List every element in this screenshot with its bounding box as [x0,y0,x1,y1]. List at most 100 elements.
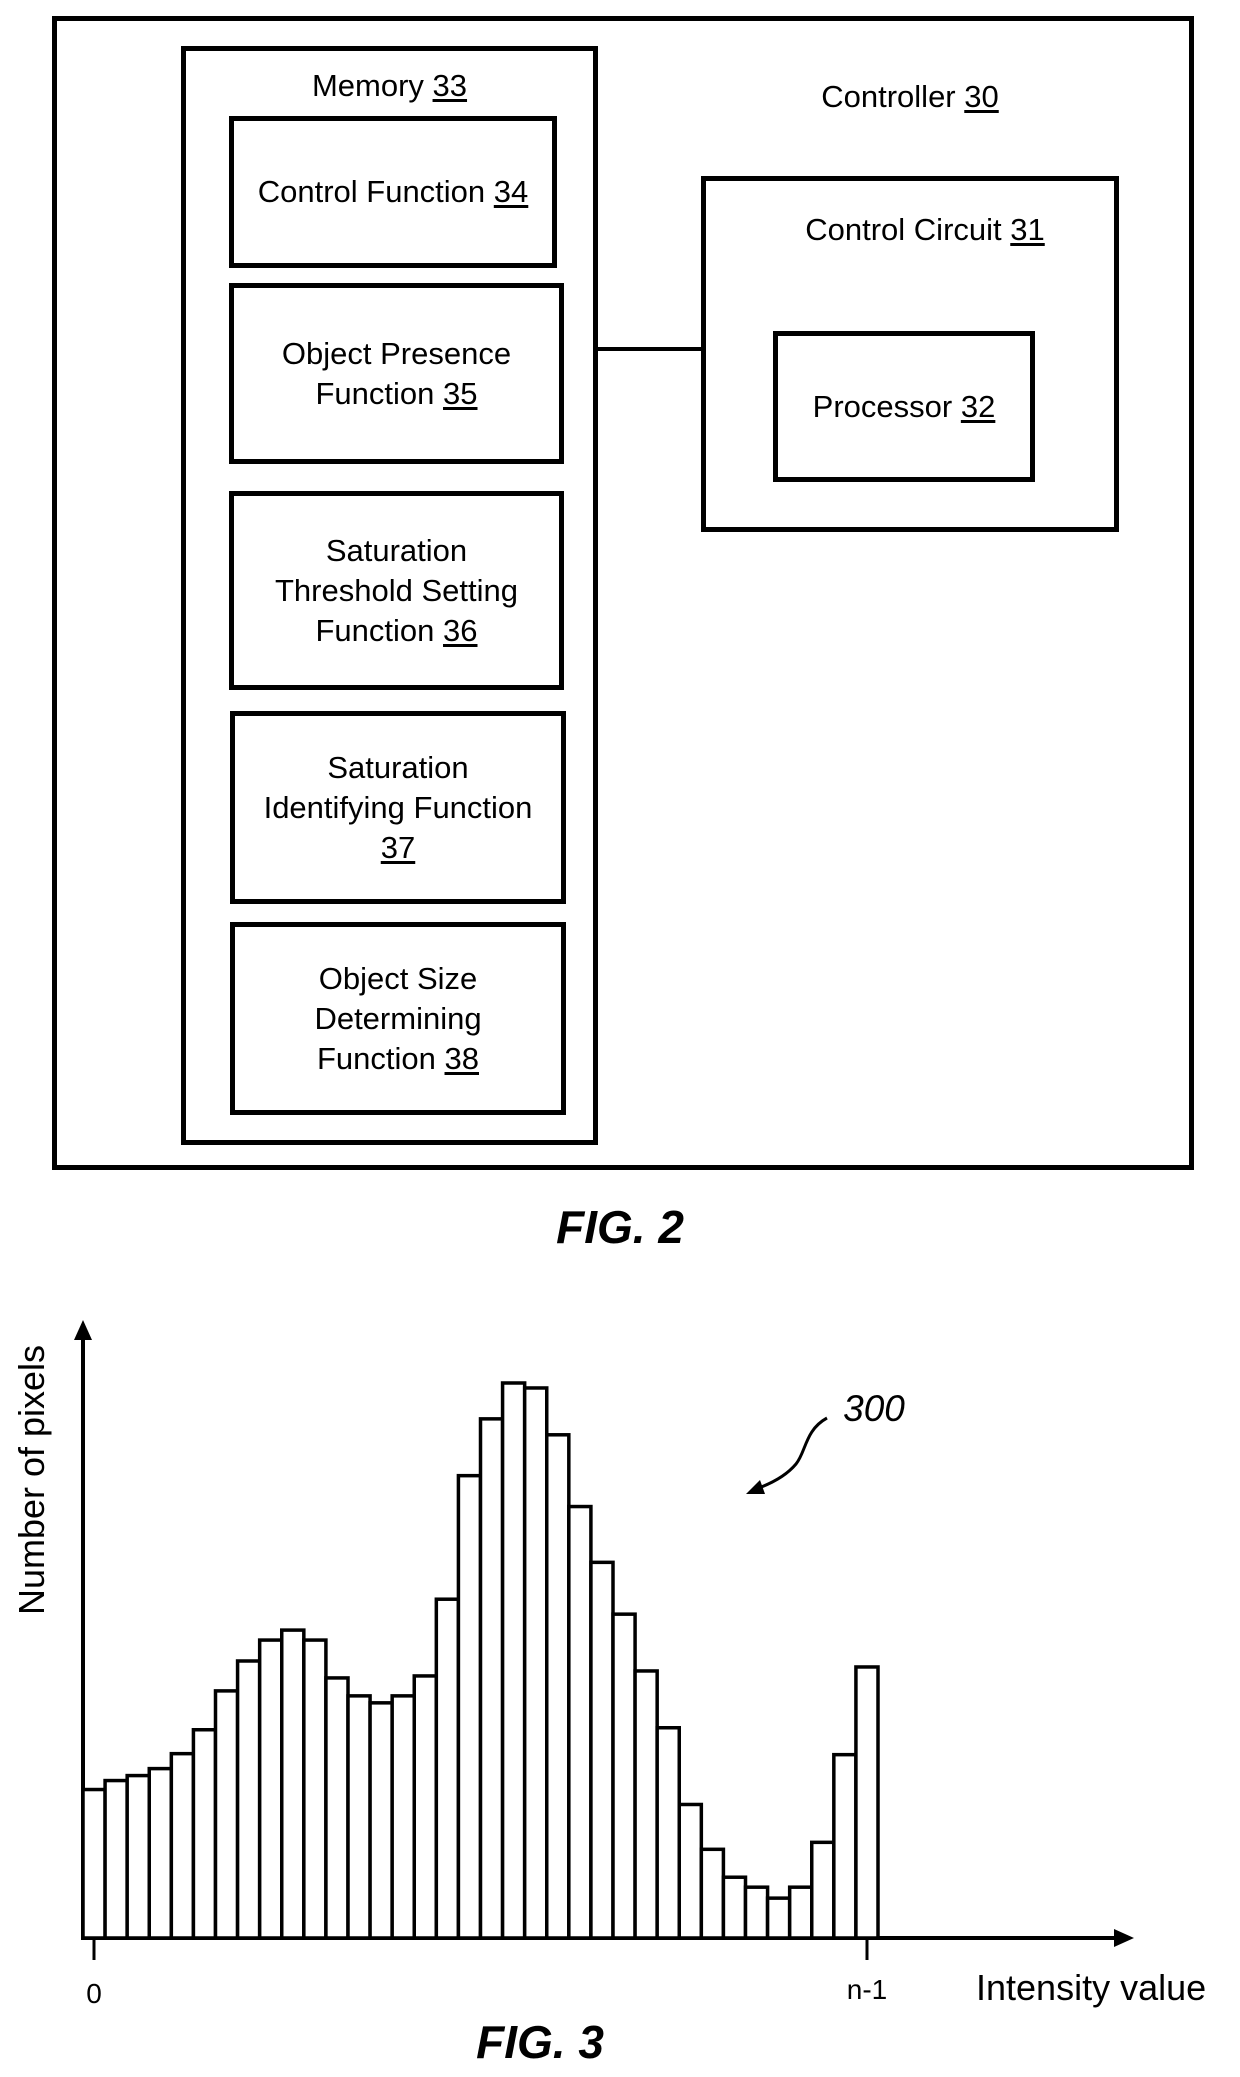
memory-to-control-circuit-connector [596,347,704,351]
histogram-bar [81,1787,107,1940]
histogram-bar [633,1669,659,1940]
histogram-bar [147,1766,174,1940]
histogram-bar [854,1665,880,1940]
function-label-line: Identifying Function [235,788,561,828]
fig3-caption: FIG. 3 [476,2016,604,2068]
function-ref: 38 [444,1040,479,1076]
controller-ref: 30 [964,79,999,114]
reference-numeral-300: 300 [843,1388,905,1429]
function-ref: 35 [443,375,478,411]
function-ref: 34 [493,174,529,209]
histogram-bar [611,1612,637,1940]
function-label-line: Function 38 [235,1039,561,1079]
histogram-bar [280,1628,306,1940]
processor-box: Processor 32 [773,331,1035,482]
x-axis-arrowhead [1114,1929,1134,1947]
object-size-determining-function-box: Object Size Determining Function 38 [230,922,566,1115]
function-label-text: Identifying Function [263,789,533,825]
function-ref: 37 [380,829,416,865]
histogram-bar [434,1597,461,1940]
function-label-text: Object Size [318,960,478,996]
histogram-bar [522,1386,549,1940]
control-circuit-label-text: Control Circuit [805,212,1002,247]
function-label-line: Object Size [235,959,561,999]
function-label-line: Function 35 [234,374,559,414]
function-label: Saturation Identifying Function 37 [235,748,561,868]
histogram-bar [787,1885,814,1940]
function-label-line: 37 [235,828,561,868]
function-label-text: Saturation [327,749,469,785]
function-label-text: Object Presence [281,335,512,371]
fig3-histogram: 0 n-1 Intensity value Number of pixels 3… [11,1320,1206,2009]
histogram-bar [721,1875,748,1940]
memory-label: Memory 33 [181,66,598,106]
histogram-bar [699,1847,726,1940]
object-presence-function-box: Object Presence Function 35 [229,283,564,464]
histogram-bar [302,1638,328,1940]
histogram-bar [412,1674,439,1940]
function-label-line: Threshold Setting [234,571,559,611]
histogram-bar [390,1694,417,1940]
function-label: Saturation Threshold Setting Function 36 [234,531,559,651]
histogram-bar [169,1751,196,1940]
function-label-text: Threshold Setting [275,572,518,608]
function-label-line: Saturation [234,531,559,571]
saturation-identifying-function-box: Saturation Identifying Function 37 [230,711,566,904]
function-label-line: Determining [235,999,561,1039]
function-label: Object Size Determining Function 38 [235,959,561,1079]
processor-label-text: Processor [812,388,953,424]
histogram-bar [677,1802,704,1940]
histogram-bar [368,1701,394,1940]
function-label: Control Function 34 [234,172,552,212]
reference-leader-line [755,1416,828,1491]
histogram-bar [125,1773,151,1940]
histogram-bar [213,1689,240,1940]
histogram-bar [589,1560,615,1940]
y-axis-arrowhead [74,1320,92,1340]
control-circuit-label: Control Circuit 31 [701,210,1149,250]
histogram-bars [81,1381,880,1940]
fig2-caption: FIG. 2 [556,1201,684,1253]
function-label: Object Presence Function 35 [234,334,559,414]
function-label-text: Saturation [325,532,468,568]
control-function-box: Control Function 34 [229,116,557,268]
histogram-bar [191,1728,218,1940]
controller-label: Controller 30 [780,77,1040,117]
function-label-text: Function [316,1040,436,1076]
x-tick-label-0: 0 [86,1978,102,2009]
function-label-text: Determining [314,1000,482,1036]
histogram-bar [655,1726,681,1940]
function-label-line: Saturation [235,748,561,788]
histogram-bar [743,1885,770,1940]
function-label-text: Function [315,375,435,411]
reference-leader-arrowhead [746,1480,765,1494]
x-tick-label-n-1: n-1 [847,1974,887,2005]
processor-label: Processor 32 [778,387,1030,427]
histogram-bar [478,1417,505,1940]
memory-label-text: Memory [311,68,424,103]
function-label-line: Function 36 [234,611,559,651]
x-axis-label: Intensity value [976,1967,1206,2008]
histogram-bar [103,1778,129,1940]
memory-ref: 33 [432,68,468,103]
histogram-bar [567,1504,593,1940]
histogram-bar [346,1694,372,1940]
histogram-bar [765,1896,792,1940]
histogram-bar [810,1840,836,1940]
function-label-text: Control Function [257,174,486,209]
controller-label-text: Controller [821,79,956,114]
histogram-bar [235,1659,262,1940]
function-label-line: Control Function 34 [234,172,552,212]
function-label-line: Object Presence [234,334,559,374]
histogram-bar [832,1752,858,1940]
function-ref: 36 [443,612,478,648]
saturation-threshold-setting-function-box: Saturation Threshold Setting Function 36 [229,491,564,690]
histogram-bar [257,1638,284,1940]
y-axis-label: Number of pixels [11,1345,52,1615]
histogram-bar [456,1473,483,1940]
histogram-bar [545,1433,571,1940]
function-label-text: Function [315,612,435,648]
processor-ref: 32 [960,388,996,424]
control-circuit-ref: 31 [1010,212,1045,247]
histogram-bar [324,1676,350,1940]
